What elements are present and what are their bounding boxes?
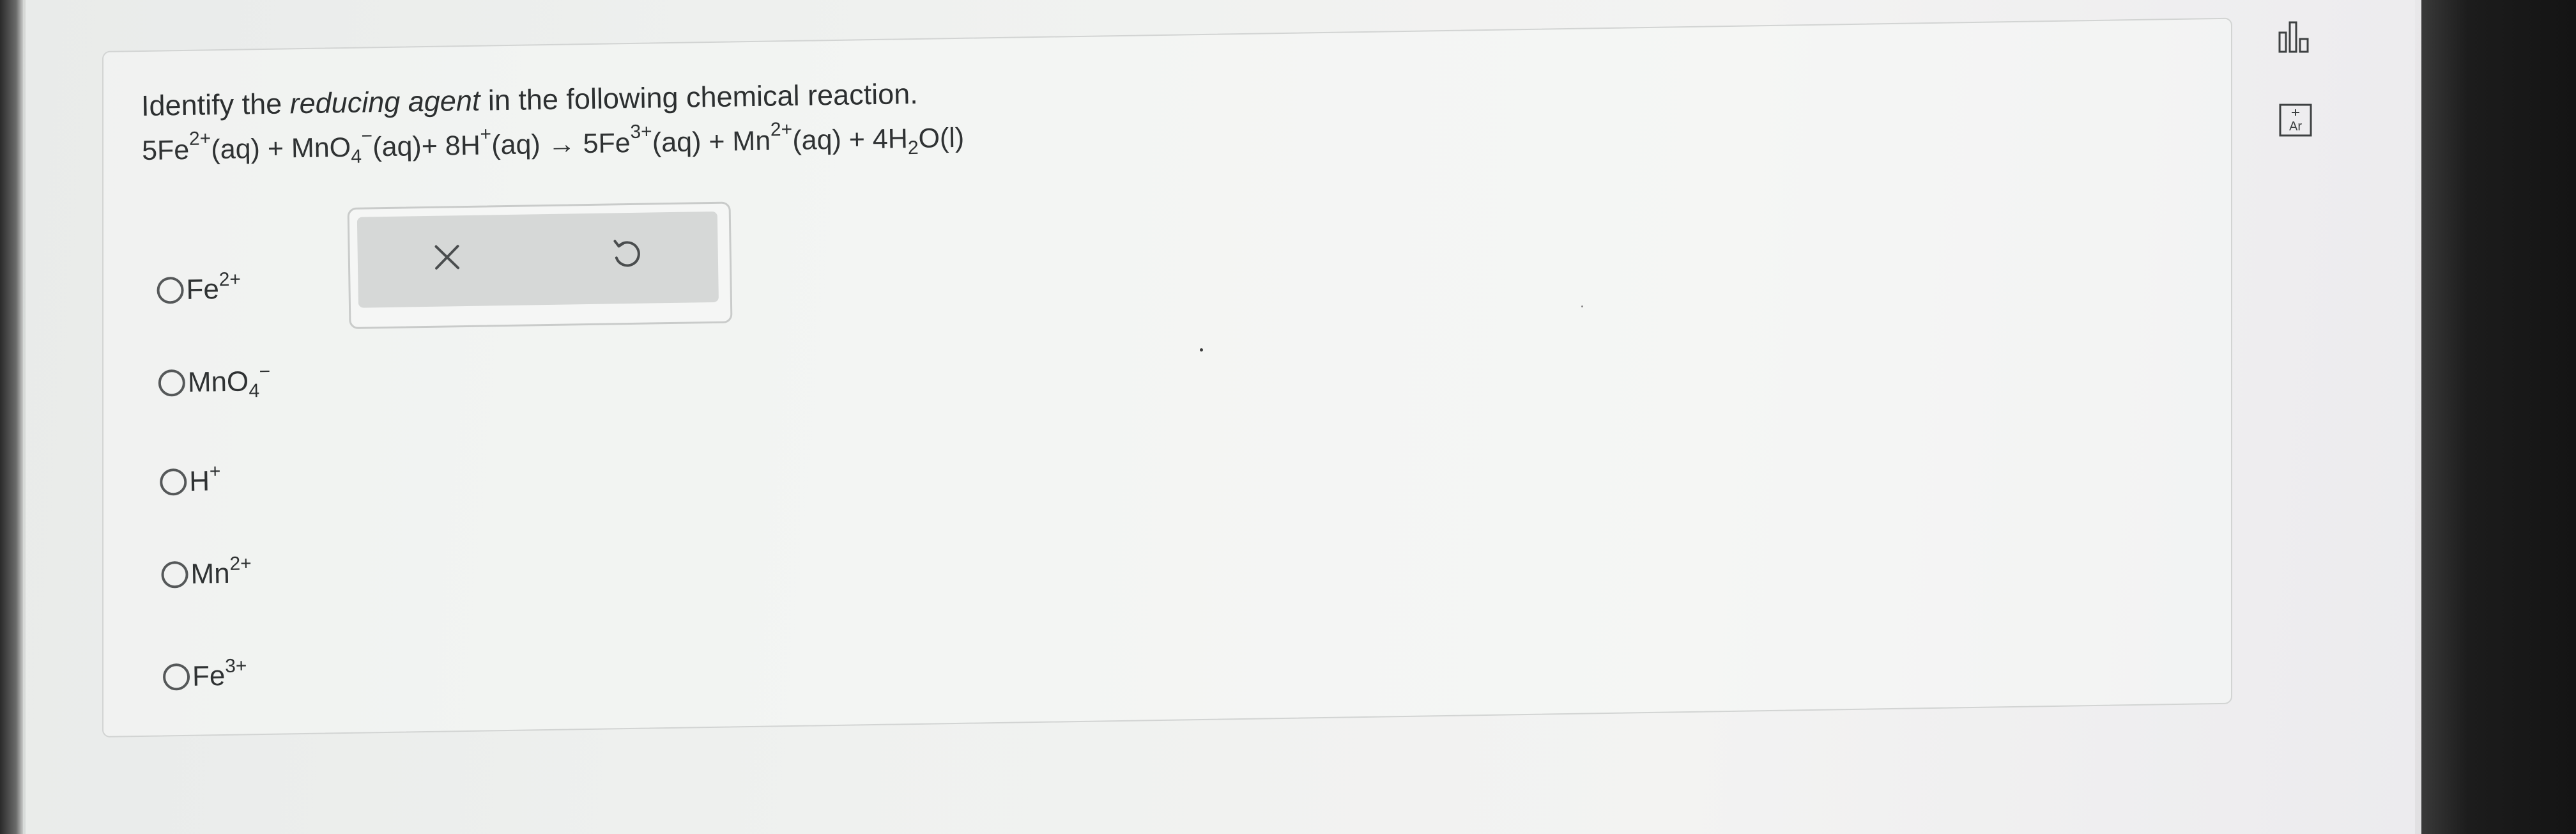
- monitor-bezel: [2421, 0, 2576, 834]
- dust-speck: [1200, 348, 1203, 351]
- bar-chart-icon: [2278, 21, 2309, 53]
- option-fe3[interactable]: Fe3+: [162, 655, 247, 693]
- clear-button[interactable]: [421, 231, 473, 283]
- option-h[interactable]: H+: [159, 461, 221, 498]
- screen-left-edge: [0, 0, 23, 834]
- question-content: Identify the reducing agent in the follo…: [141, 32, 2196, 767]
- undo-button[interactable]: [600, 228, 652, 280]
- option-label: H+: [188, 461, 221, 497]
- periodic-table-button[interactable]: Ar: [2274, 99, 2317, 141]
- option-mno4[interactable]: MnO4−: [158, 360, 271, 402]
- option-label: Mn2+: [190, 553, 252, 590]
- eq-part: (aq)+ 8H: [372, 130, 481, 163]
- photo-stage: Identify the reducing agent in the follo…: [0, 0, 2576, 834]
- eq-charge: 2+: [188, 128, 211, 150]
- action-toolbar-inner: [356, 211, 719, 308]
- radio-button[interactable]: [157, 276, 184, 304]
- radio-button[interactable]: [158, 369, 186, 397]
- option-label: Fe2+: [186, 268, 241, 305]
- eq-part: 5Fe: [141, 134, 190, 166]
- question-suffix: in the following chemical reaction.: [479, 77, 919, 117]
- eq-part: (aq) → 5Fe: [491, 127, 631, 161]
- periodic-table-icon: Ar: [2279, 104, 2312, 137]
- eq-subscript: 2: [907, 137, 919, 159]
- dust-speck: [1581, 305, 1583, 307]
- eq-part: (aq) + MnO: [211, 132, 351, 166]
- chemical-equation: 5Fe2+(aq) + MnO4−(aq)+ 8H+(aq) → 5Fe3+(a…: [141, 119, 965, 167]
- eq-charge: 3+: [630, 121, 652, 143]
- option-label: Fe3+: [192, 655, 247, 692]
- close-icon: [434, 245, 460, 270]
- action-toolbar: [347, 201, 733, 329]
- radio-button[interactable]: [162, 663, 190, 691]
- data-button[interactable]: [2274, 16, 2317, 58]
- eq-charge: 2+: [770, 118, 793, 141]
- radio-button[interactable]: [159, 468, 187, 496]
- option-mn2[interactable]: Mn2+: [161, 553, 252, 591]
- question-text: Identify the reducing agent in the follo…: [141, 77, 918, 123]
- periodic-label: Ar: [2289, 120, 2302, 134]
- undo-icon: [613, 240, 640, 267]
- eq-part: (aq) + Mn: [652, 125, 771, 158]
- question-prefix: Identify the: [141, 87, 291, 122]
- eq-charge: −: [361, 125, 373, 147]
- question-emphasis: reducing agent: [289, 84, 480, 120]
- radio-button[interactable]: [161, 560, 188, 589]
- eq-subscript: 4: [351, 146, 362, 167]
- eq-part: O(l): [918, 122, 965, 154]
- option-label: MnO4−: [187, 360, 271, 402]
- eq-charge: +: [480, 123, 492, 145]
- option-fe2[interactable]: Fe2+: [157, 268, 241, 307]
- eq-part: (aq) + 4H: [792, 123, 908, 156]
